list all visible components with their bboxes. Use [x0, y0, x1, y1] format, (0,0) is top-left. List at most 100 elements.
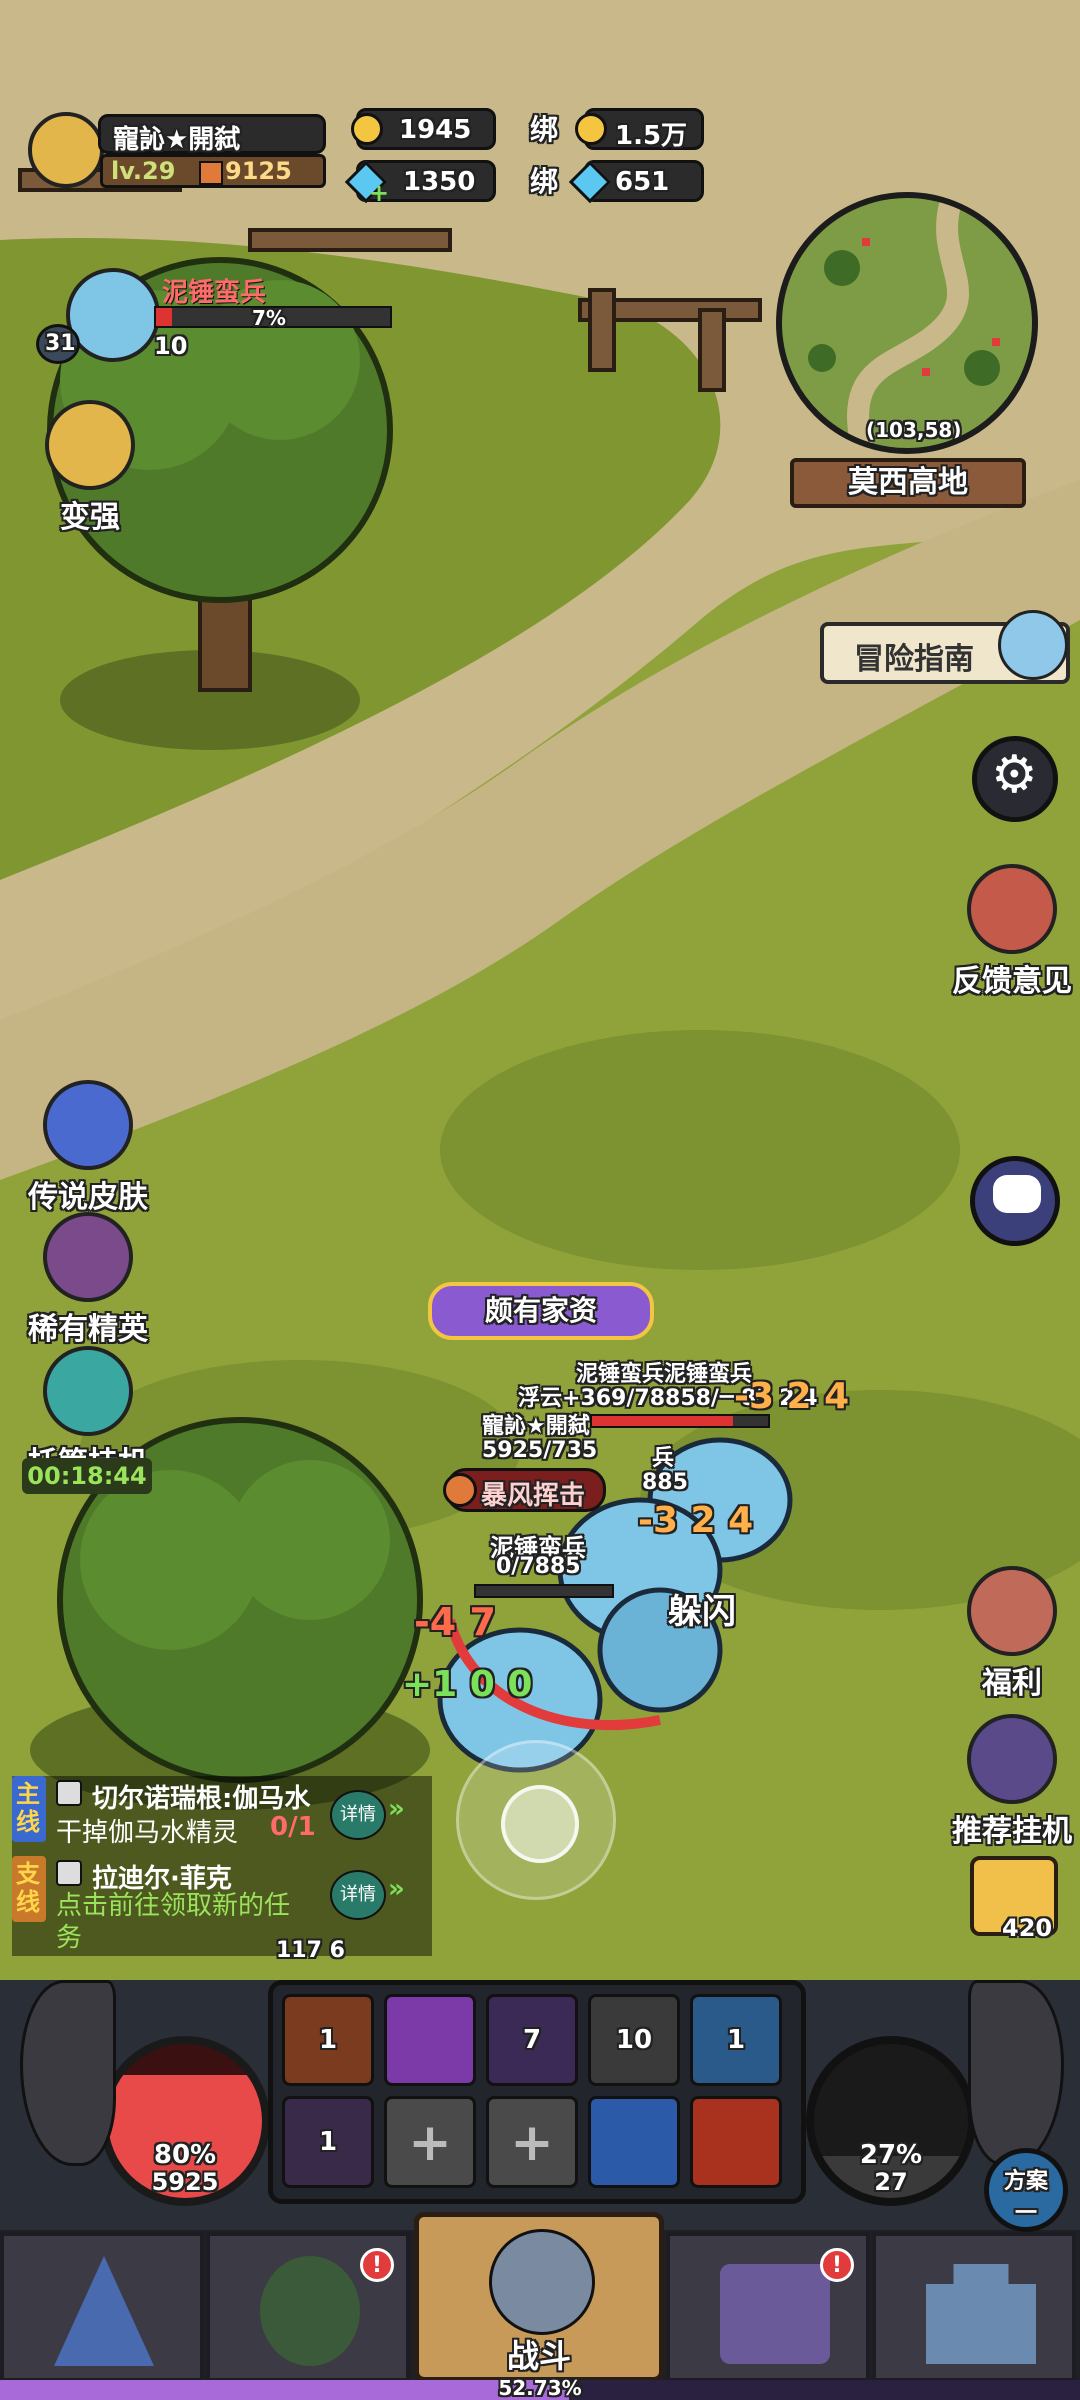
target-avatar — [66, 268, 160, 362]
skill-slot-count: 10 — [615, 2025, 653, 2055]
quest-tracker[interactable]: 主线 切尔诺瑞根:伽马水 干掉伽马水精灵 0/1 详情 » 支线 拉迪尔·菲克 … — [12, 1776, 432, 1956]
skill-callout: 暴风挥击 — [443, 1468, 606, 1512]
player-stats-bar: lv.29 9125 — [100, 154, 326, 188]
nav-tab-hero[interactable]: ! — [206, 2232, 410, 2382]
quest-bottom-numbers: 117 6 — [276, 1938, 345, 1963]
gold-display[interactable]: 1945 — [351, 108, 496, 150]
welfare-label: 福利 — [982, 1666, 1042, 1701]
main-quest-desc: 干掉伽马水精灵 — [56, 1818, 239, 1848]
main-quest-tag: 主线 — [12, 1776, 46, 1842]
skill-slot-7[interactable]: + — [384, 2096, 476, 2188]
main-quest-title: 切尔诺瑞根:伽马水 — [92, 1784, 311, 1814]
skill-slot-6[interactable]: 1 — [282, 2096, 374, 2188]
side-quest-detail-label: 详情 — [340, 1884, 376, 1905]
target-count: 10 — [154, 332, 188, 360]
hp-orb-percent: 80% — [153, 2140, 217, 2170]
chat-bubble-icon[interactable] — [970, 1156, 1060, 1246]
plan-label-1: 方案 — [1003, 2169, 1048, 2194]
recommend-idle-label: 推荐挂机 — [952, 1814, 1072, 1849]
hp-orb-value: 5925 — [151, 2168, 219, 2196]
damage-number-3: -4 7 — [414, 1600, 496, 1644]
auto-idle-crystal-icon — [43, 1346, 133, 1436]
hero-mask-icon — [260, 2256, 360, 2366]
skill-slot-count: 1 — [318, 2127, 338, 2157]
plan-button[interactable]: 方案 一 — [984, 2148, 1068, 2232]
legend-skin-avatar-icon — [43, 1080, 133, 1170]
bound-gold-label: 绑 — [530, 113, 559, 146]
player-level: lv.29 — [111, 157, 176, 185]
plan-label-2: 一 — [1014, 2201, 1037, 2226]
skill-slot-5[interactable]: 1 — [690, 1994, 782, 2086]
title-badge-text: 颇有家资 — [484, 1294, 597, 1327]
target-name: 泥锤蛮兵 — [162, 278, 267, 308]
bound-diamond-display[interactable]: 651 — [568, 160, 704, 204]
player-name-bar: 寵訫★開弑 — [98, 114, 326, 155]
main-quest-icon — [56, 1780, 82, 1806]
skill-slot-count: 1 — [318, 2025, 338, 2055]
strengthen-crest-icon — [45, 400, 135, 490]
side-quest-detail-button[interactable]: 详情 — [330, 1870, 386, 1920]
exp-percent: 52.73% — [498, 2376, 582, 2400]
nav-tab-forge[interactable]: ! — [666, 2232, 870, 2382]
side-quest-arrow-icon[interactable]: » — [388, 1874, 405, 1904]
recommend-idle-button[interactable]: 推荐挂机 — [932, 1714, 1080, 1850]
legend-skin-button[interactable]: 传说皮肤 — [8, 1080, 168, 1216]
skill-slot-9[interactable] — [588, 2096, 680, 2188]
skill-slot-2[interactable] — [384, 1994, 476, 2086]
hidden-enemy-label: 兵 — [652, 1446, 675, 1471]
skill-slot-1[interactable]: 1 — [282, 1994, 374, 2086]
player-panel[interactable]: 寵訫★開弑 lv.29 9125 — [28, 112, 328, 192]
skill-slot-count: 7 — [522, 2025, 542, 2055]
feedback-label: 反馈意见 — [952, 964, 1072, 999]
skill-slot-10[interactable] — [690, 2096, 782, 2188]
diamond-display[interactable]: + 1350 — [344, 160, 496, 207]
welfare-button[interactable]: 福利 — [932, 1566, 1080, 1702]
bound-gold-icon — [575, 113, 607, 145]
player-power: 9125 — [225, 157, 292, 185]
enemy-2-hp-bar — [474, 1584, 614, 1598]
forge-shrine-icon — [720, 2264, 830, 2364]
hp-orb: 80% 5925 — [100, 2036, 270, 2206]
nav-tab-guild[interactable] — [872, 2232, 1076, 2382]
settings-gear-icon[interactable]: ⚙ — [972, 736, 1058, 822]
player-avatar[interactable] — [28, 112, 104, 188]
cheese-count: 420 — [1002, 1914, 1053, 1942]
gold-coin-icon — [351, 113, 383, 145]
skill-slot-8[interactable]: + — [486, 2096, 578, 2188]
target-level: 31 — [45, 331, 76, 356]
strengthen-button[interactable]: 变强 — [10, 400, 170, 536]
joystick-knob[interactable] — [501, 1785, 579, 1863]
skill-slot-4[interactable]: 10 — [588, 1994, 680, 2086]
mp-orb-percent: 27% — [859, 2140, 923, 2170]
main-quest-tag-text: 主线 — [16, 1780, 40, 1836]
nav-tab-battle[interactable]: 战斗 — [414, 2212, 664, 2382]
feedback-button[interactable]: 反馈意见 — [932, 864, 1080, 1000]
bound-gold-display[interactable]: 1.5万 — [575, 108, 704, 151]
skill-slot-count: 1 — [726, 2025, 746, 2055]
main-quest-progress: 0/1 — [270, 1812, 316, 1842]
target-panel[interactable]: 31 泥锤蛮兵 7% 10 — [36, 268, 396, 368]
add-diamond-icon[interactable]: + — [369, 179, 389, 207]
self-hp-fill — [592, 1416, 733, 1426]
player-name: 寵訫★開弑 — [113, 125, 241, 155]
virtual-joystick[interactable] — [456, 1740, 616, 1900]
rare-elite-button[interactable]: 稀有精英 — [8, 1212, 168, 1348]
idle-timer-text: 00:18:44 — [27, 1462, 147, 1490]
welfare-gift-icon — [967, 1566, 1057, 1656]
adventure-guide-button[interactable]: 冒险指南 — [820, 610, 1070, 684]
strengthen-label: 变强 — [60, 500, 120, 535]
region-name-plate: 莫西高地 — [790, 458, 1026, 508]
main-quest-detail-label: 详情 — [340, 1804, 376, 1825]
cheese-item[interactable]: 420 — [964, 1852, 1064, 1952]
skill-slot-3[interactable]: 7 — [486, 1994, 578, 2086]
hero-alert-badge-icon: ! — [360, 2248, 394, 2282]
skill-callout-icon — [443, 1473, 477, 1507]
exp-bar: 52.73% — [0, 2376, 1080, 2400]
minimap[interactable]: (103,58) — [776, 192, 1038, 454]
nav-tab-character[interactable] — [0, 2232, 204, 2382]
main-quest-detail-button[interactable]: 详情 — [330, 1790, 386, 1840]
minimap-terrain — [808, 198, 1000, 448]
battle-label: 战斗 — [506, 2337, 571, 2375]
main-quest-arrow-icon[interactable]: » — [388, 1794, 405, 1824]
self-hp-label: 5925/735 — [482, 1438, 598, 1463]
